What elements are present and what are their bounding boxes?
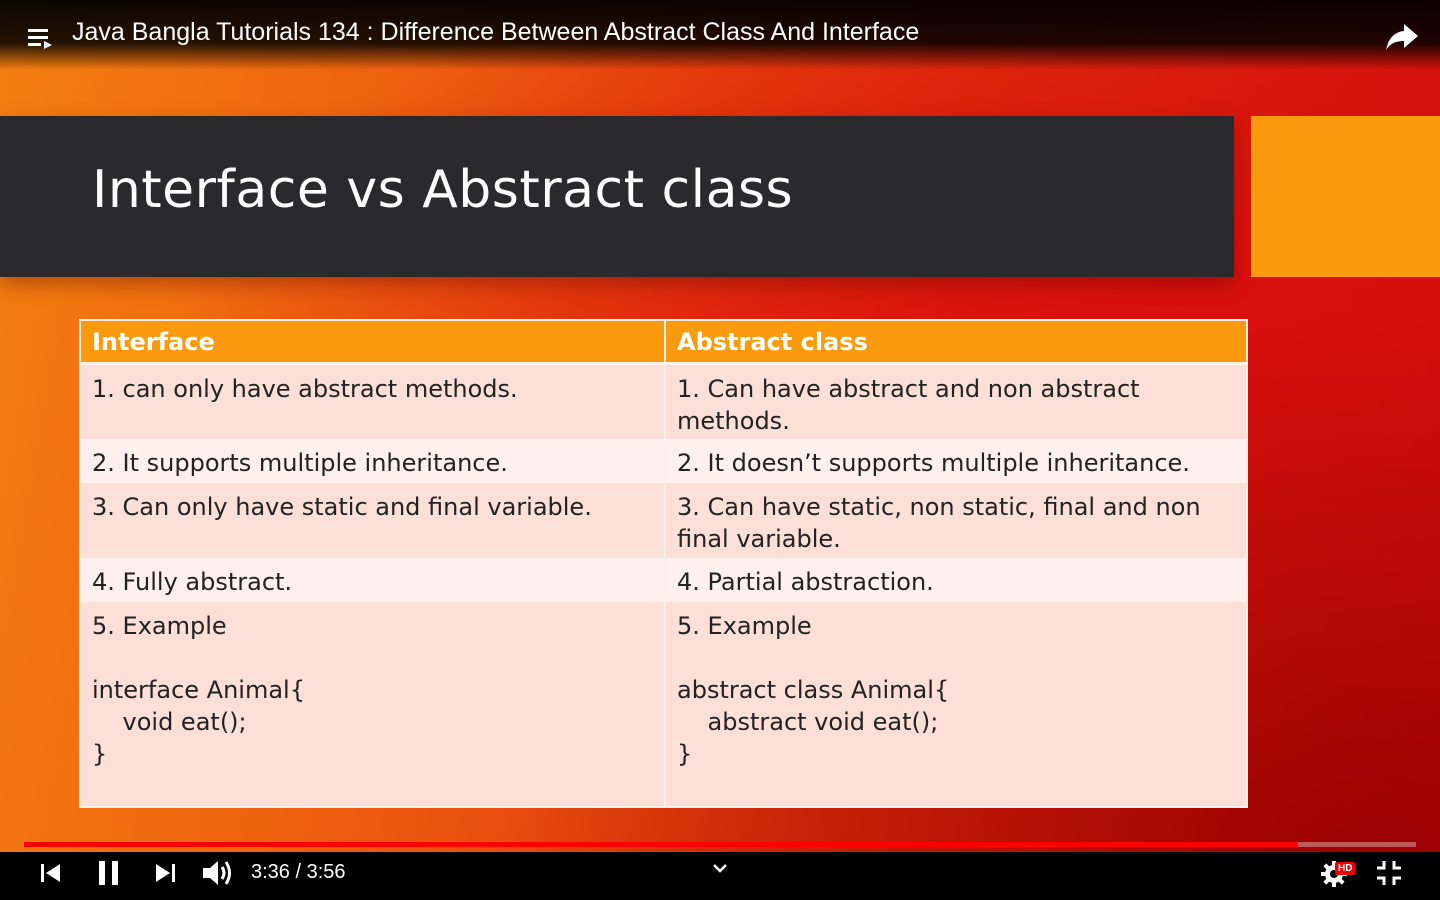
table-row: 5. Example interface Animal{ void eat();… bbox=[81, 602, 1246, 806]
skip-next-icon[interactable] bbox=[154, 862, 176, 884]
table-row: 1. can only have abstract methods. 1. Ca… bbox=[81, 365, 1246, 439]
table-row: 4. Fully abstract. 4. Partial abstractio… bbox=[81, 558, 1246, 602]
playlist-icon[interactable] bbox=[26, 25, 56, 53]
table-header-interface: Interface bbox=[92, 328, 215, 356]
slide-accent-block bbox=[1251, 116, 1440, 277]
table-cell: 1. can only have abstract methods. bbox=[92, 375, 518, 403]
video-title[interactable]: Java Bangla Tutorials 134 : Difference B… bbox=[72, 18, 919, 47]
share-icon[interactable] bbox=[1384, 20, 1420, 52]
chevron-down-icon[interactable] bbox=[711, 862, 729, 874]
pause-icon[interactable] bbox=[97, 860, 121, 886]
table-header-abstract-class: Abstract class bbox=[664, 321, 1246, 362]
table-cell: 2. It doesn’t supports multiple inherita… bbox=[664, 439, 1246, 483]
table-header-row: Interface Abstract class bbox=[81, 321, 1246, 365]
table-row: 3. Can only have static and final variab… bbox=[81, 483, 1246, 558]
comparison-table: Interface Abstract class 1. can only hav… bbox=[79, 319, 1248, 808]
slide-title: Interface vs Abstract class bbox=[92, 160, 794, 220]
table-cell: 4. Fully abstract. bbox=[92, 568, 293, 596]
hd-badge: HD bbox=[1335, 862, 1356, 875]
table-cell: 5. Example interface Animal{ void eat();… bbox=[92, 612, 305, 768]
table-cell: 3. Can only have static and final variab… bbox=[92, 493, 592, 521]
table-cell: 3. Can have static, non static, final an… bbox=[664, 483, 1246, 558]
table-row: 2. It supports multiple inheritance. 2. … bbox=[81, 439, 1246, 483]
table-cell: 4. Partial abstraction. bbox=[664, 558, 1246, 602]
table-cell: 5. Example abstract class Animal{ abstra… bbox=[664, 602, 1246, 806]
volume-icon[interactable] bbox=[201, 857, 235, 889]
progress-bar[interactable] bbox=[24, 842, 1416, 847]
time-display: 3:36 / 3:56 bbox=[251, 861, 346, 883]
progress-played bbox=[24, 842, 1298, 847]
table-cell: 2. It supports multiple inheritance. bbox=[92, 449, 508, 477]
exit-fullscreen-icon[interactable] bbox=[1375, 859, 1403, 887]
table-cell: 1. Can have abstract and non abstract me… bbox=[664, 365, 1246, 439]
skip-previous-icon[interactable] bbox=[40, 862, 62, 884]
